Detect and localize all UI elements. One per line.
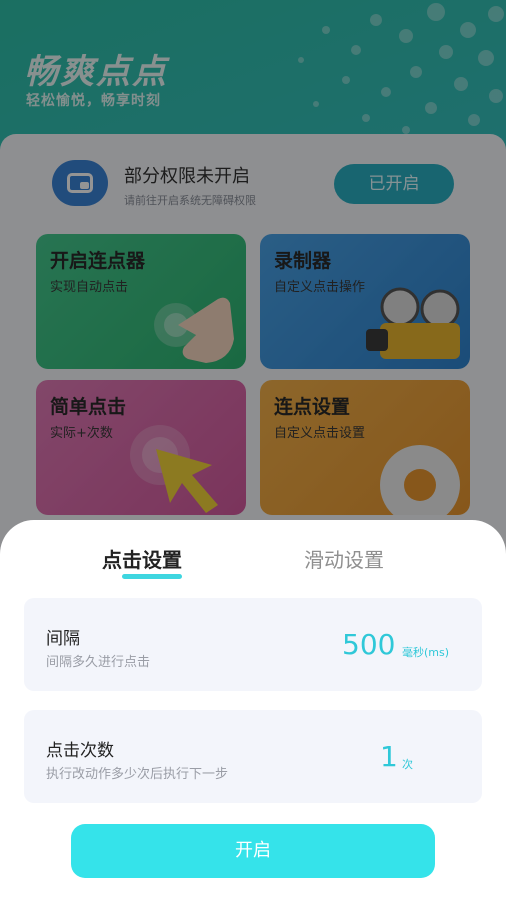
- settings-tabs: 点击设置 滑动设置: [0, 540, 506, 590]
- start-button[interactable]: 开启: [71, 824, 435, 878]
- interval-value[interactable]: 500: [342, 628, 395, 661]
- setting-description: 执行改动作多少次后执行下一步: [46, 767, 229, 782]
- interval-setting[interactable]: 间隔 间隔多久进行点击 500 毫秒(ms): [24, 598, 482, 691]
- tab-click-settings[interactable]: 点击设置: [102, 544, 182, 573]
- interval-unit: 毫秒(ms): [402, 646, 450, 659]
- setting-label: 点击次数: [46, 741, 114, 761]
- setting-description: 间隔多久进行点击: [46, 655, 151, 670]
- active-tab-indicator: [122, 574, 182, 579]
- click-count-unit: 次: [402, 758, 413, 771]
- setting-label: 间隔: [46, 629, 80, 649]
- tab-swipe-settings[interactable]: 滑动设置: [304, 544, 384, 573]
- click-count-value[interactable]: 1: [380, 740, 398, 773]
- click-count-setting[interactable]: 点击次数 执行改动作多少次后执行下一步 1 次: [24, 710, 482, 803]
